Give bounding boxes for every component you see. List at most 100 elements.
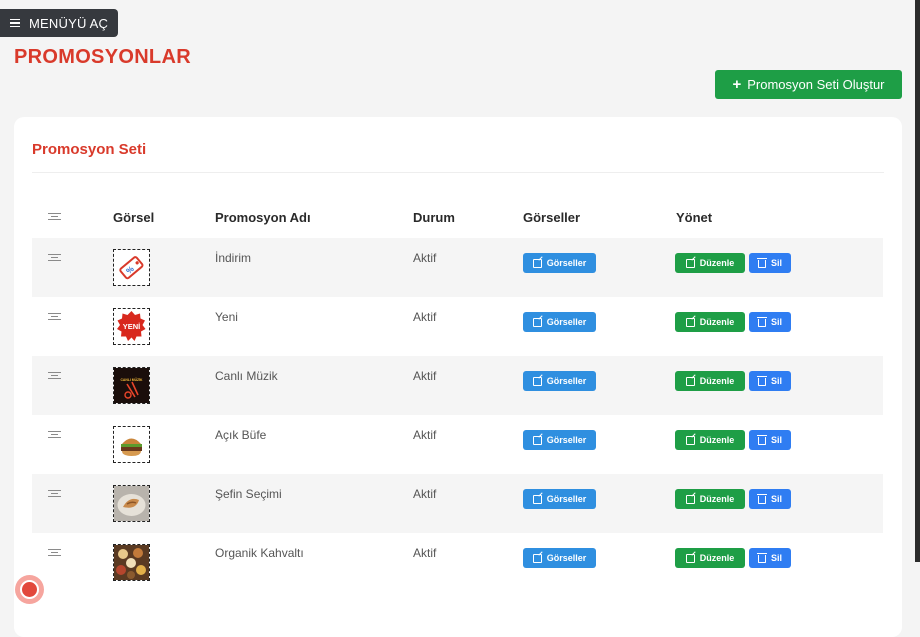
images-button-label: Görseller xyxy=(546,376,587,386)
images-button[interactable]: Görseller xyxy=(523,489,596,509)
promotion-thumbnail: % xyxy=(113,249,150,286)
promotion-status: Aktif xyxy=(413,546,437,560)
images-button-label: Görseller xyxy=(546,258,587,268)
edit-button-label: Düzenle xyxy=(699,376,735,386)
promotion-table: Görsel Promosyon Adı Durum Görseller Yön… xyxy=(32,198,883,592)
edit-icon xyxy=(685,435,695,445)
header-image: Görsel xyxy=(113,210,155,225)
drag-handle-icon xyxy=(48,213,61,220)
menu-open-label: MENÜYÜ AÇ xyxy=(29,15,109,31)
promotion-name: Açık Büfe xyxy=(215,428,267,442)
trash-icon xyxy=(756,553,767,563)
promotion-name: İndirim xyxy=(215,251,252,265)
promotion-thumbnail xyxy=(113,544,150,581)
delete-button[interactable]: Sil xyxy=(749,548,791,568)
edit-icon xyxy=(685,376,695,386)
delete-button-label: Sil xyxy=(770,376,782,386)
edit-button-label: Düzenle xyxy=(699,435,735,445)
delete-button[interactable]: Sil xyxy=(749,489,791,509)
promotion-name: Yeni xyxy=(215,310,238,324)
drag-handle-icon[interactable] xyxy=(48,549,61,556)
images-button[interactable]: Görseller xyxy=(523,371,596,391)
edit-icon xyxy=(685,258,695,268)
edit-button-label: Düzenle xyxy=(699,553,735,563)
images-button[interactable]: Görseller xyxy=(523,430,596,450)
plus-icon: + xyxy=(732,76,742,93)
promotion-name: Organik Kahvaltı xyxy=(215,546,304,560)
trash-icon xyxy=(756,317,767,327)
bell-icon xyxy=(20,580,39,599)
create-promotion-set-button[interactable]: + Promosyon Seti Oluştur xyxy=(715,70,902,99)
notification-bell-button[interactable] xyxy=(15,575,44,604)
table-row: Şefin Seçimi Aktif Görseller Düzenle Sil xyxy=(32,474,883,533)
table-row: Açık Büfe Aktif Görseller Düzenle Sil xyxy=(32,415,883,474)
promotion-thumbnail: CANLI MÜZİK xyxy=(113,367,150,404)
delete-button-label: Sil xyxy=(770,494,782,504)
edit-button[interactable]: Düzenle xyxy=(675,253,745,273)
svg-text:CANLI MÜZİK: CANLI MÜZİK xyxy=(120,377,143,382)
table-header: Görsel Promosyon Adı Durum Görseller Yön… xyxy=(32,198,883,238)
divider xyxy=(32,172,884,173)
edit-button[interactable]: Düzenle xyxy=(675,430,745,450)
delete-button-label: Sil xyxy=(770,435,782,445)
promotion-thumbnail: YENİ xyxy=(113,308,150,345)
promotion-status: Aktif xyxy=(413,487,437,501)
drag-handle-icon[interactable] xyxy=(48,490,61,497)
delete-button[interactable]: Sil xyxy=(749,371,791,391)
svg-text:YENİ: YENİ xyxy=(123,322,141,331)
promotion-set-card: Promosyon Seti Görsel Promosyon Adı Duru… xyxy=(14,117,902,637)
edit-button[interactable]: Düzenle xyxy=(675,489,745,509)
promotion-name: Şefin Seçimi xyxy=(215,487,282,501)
edit-button-label: Düzenle xyxy=(699,258,735,268)
edit-icon xyxy=(685,494,695,504)
images-button[interactable]: Görseller xyxy=(523,253,596,273)
edit-button-label: Düzenle xyxy=(699,494,735,504)
edit-icon xyxy=(532,258,542,268)
drag-handle-icon[interactable] xyxy=(48,372,61,379)
promotion-thumbnail xyxy=(113,485,150,522)
table-body: % İndirim Aktif Görseller Düzenle Sil YENİ Yeni… xyxy=(32,238,883,592)
images-button-label: Görseller xyxy=(546,317,587,327)
edit-button[interactable]: Düzenle xyxy=(675,548,745,568)
edit-icon xyxy=(685,553,695,563)
table-row: Organik Kahvaltı Aktif Görseller Düzenle Sil xyxy=(32,533,883,592)
table-row: CANLI MÜZİK Canlı Müzik Aktif Görseller Düze… xyxy=(32,356,883,415)
edit-icon xyxy=(532,435,542,445)
delete-button[interactable]: Sil xyxy=(749,312,791,332)
promotion-status: Aktif xyxy=(413,310,437,324)
delete-button[interactable]: Sil xyxy=(749,430,791,450)
table-row: YENİ Yeni Aktif Görseller Düzenle Sil xyxy=(32,297,883,356)
menu-open-button[interactable]: MENÜYÜ AÇ xyxy=(0,9,118,37)
header-name: Promosyon Adı xyxy=(215,210,311,225)
drag-handle-icon[interactable] xyxy=(48,313,61,320)
trash-icon xyxy=(756,435,767,445)
header-images: Görseller xyxy=(523,210,581,225)
trash-icon xyxy=(756,258,767,268)
edit-icon xyxy=(532,376,542,386)
card-title: Promosyon Seti xyxy=(32,141,147,158)
delete-button-label: Sil xyxy=(770,553,782,563)
trash-icon xyxy=(756,376,767,386)
promotion-status: Aktif xyxy=(413,428,437,442)
drag-handle-icon[interactable] xyxy=(48,254,61,261)
header-status: Durum xyxy=(413,210,455,225)
promotion-name: Canlı Müzik xyxy=(215,369,278,383)
edit-button[interactable]: Düzenle xyxy=(675,371,745,391)
edit-icon xyxy=(532,494,542,504)
promotion-status: Aktif xyxy=(413,369,437,383)
images-button-label: Görseller xyxy=(546,494,587,504)
header-manage: Yönet xyxy=(676,210,713,225)
edit-button[interactable]: Düzenle xyxy=(675,312,745,332)
images-button-label: Görseller xyxy=(546,435,587,445)
delete-button[interactable]: Sil xyxy=(749,253,791,273)
page-title: PROMOSYONLAR xyxy=(14,46,191,68)
images-button[interactable]: Görseller xyxy=(523,548,596,568)
trash-icon xyxy=(756,494,767,504)
edit-icon xyxy=(685,317,695,327)
hamburger-icon xyxy=(10,18,20,28)
table-row: % İndirim Aktif Görseller Düzenle Sil xyxy=(32,238,883,297)
scrollbar[interactable] xyxy=(915,0,920,562)
images-button[interactable]: Görseller xyxy=(523,312,596,332)
edit-icon xyxy=(532,317,542,327)
drag-handle-icon[interactable] xyxy=(48,431,61,438)
